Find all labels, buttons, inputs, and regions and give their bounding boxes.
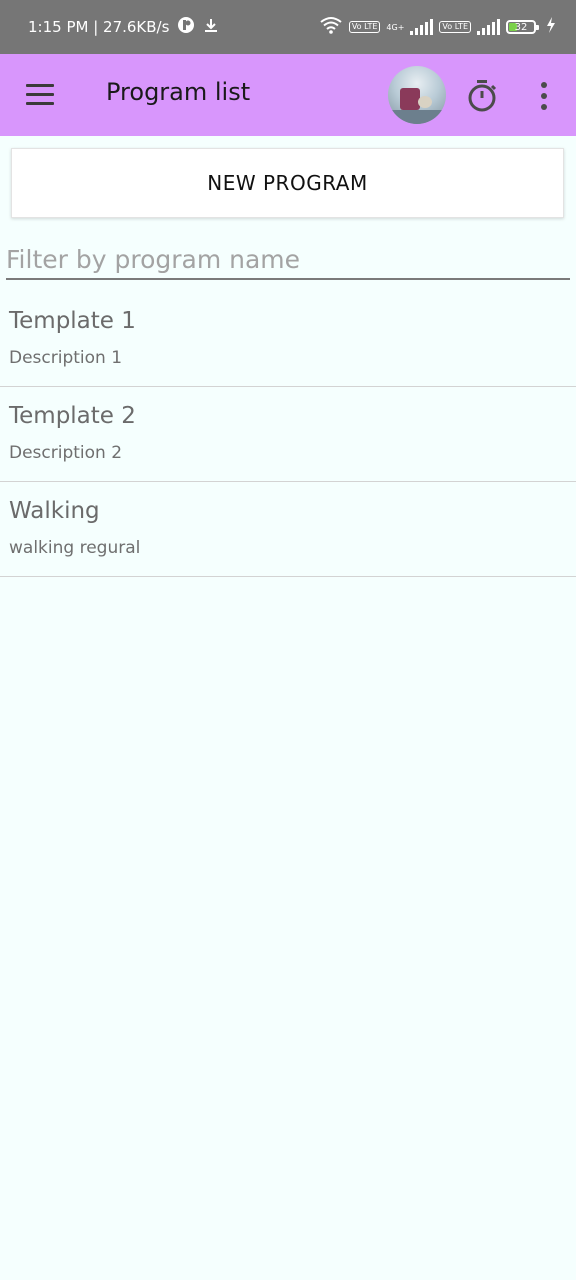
battery-level: 32: [514, 21, 528, 33]
program-name: Template 2: [9, 403, 136, 429]
network-type-label: 4G+: [386, 22, 405, 32]
list-item[interactable]: Template 1 Description 1: [0, 292, 576, 387]
avatar-image-shape: [418, 96, 432, 108]
program-name: Template 1: [9, 308, 136, 334]
avatar-image-shape: [388, 110, 446, 124]
timer-icon[interactable]: [464, 78, 500, 114]
program-name: Walking: [9, 498, 100, 524]
status-bar-right: Vo LTE 4G+ Vo LTE 32: [319, 16, 556, 38]
status-bar: 1:15 PM | 27.6KB/s Vo LTE 4G+ Vo LTE 32: [0, 0, 576, 54]
battery-icon: 32: [506, 20, 539, 34]
signal-icon: [477, 19, 500, 35]
volte-badge: Vo LTE: [348, 21, 381, 33]
more-vert-icon[interactable]: [530, 80, 558, 112]
program-list: Template 1 Description 1 Template 2 Desc…: [0, 292, 576, 577]
program-description: Description 2: [9, 443, 123, 463]
app-notification-icon: [177, 16, 195, 38]
status-time-speed: 1:15 PM | 27.6KB/s: [28, 18, 170, 36]
signal-icon: [410, 19, 434, 35]
status-bar-left: 1:15 PM | 27.6KB/s: [28, 16, 219, 38]
program-description: Description 1: [9, 348, 123, 368]
charging-icon: [546, 17, 556, 37]
page-title: Program list: [106, 78, 251, 106]
app-bar: Program list: [0, 54, 576, 136]
avatar[interactable]: [388, 66, 446, 124]
new-program-button[interactable]: NEW PROGRAM: [11, 148, 564, 218]
hamburger-menu-icon[interactable]: [22, 80, 60, 110]
list-item[interactable]: Template 2 Description 2: [0, 387, 576, 482]
filter-input[interactable]: [6, 240, 570, 280]
list-item[interactable]: Walking walking regural: [0, 482, 576, 577]
download-icon: [203, 17, 219, 37]
program-description: walking regural: [9, 538, 141, 558]
volte-badge: Vo LTE: [439, 21, 471, 33]
wifi-icon: [319, 16, 343, 38]
avatar-image-shape: [400, 88, 420, 110]
